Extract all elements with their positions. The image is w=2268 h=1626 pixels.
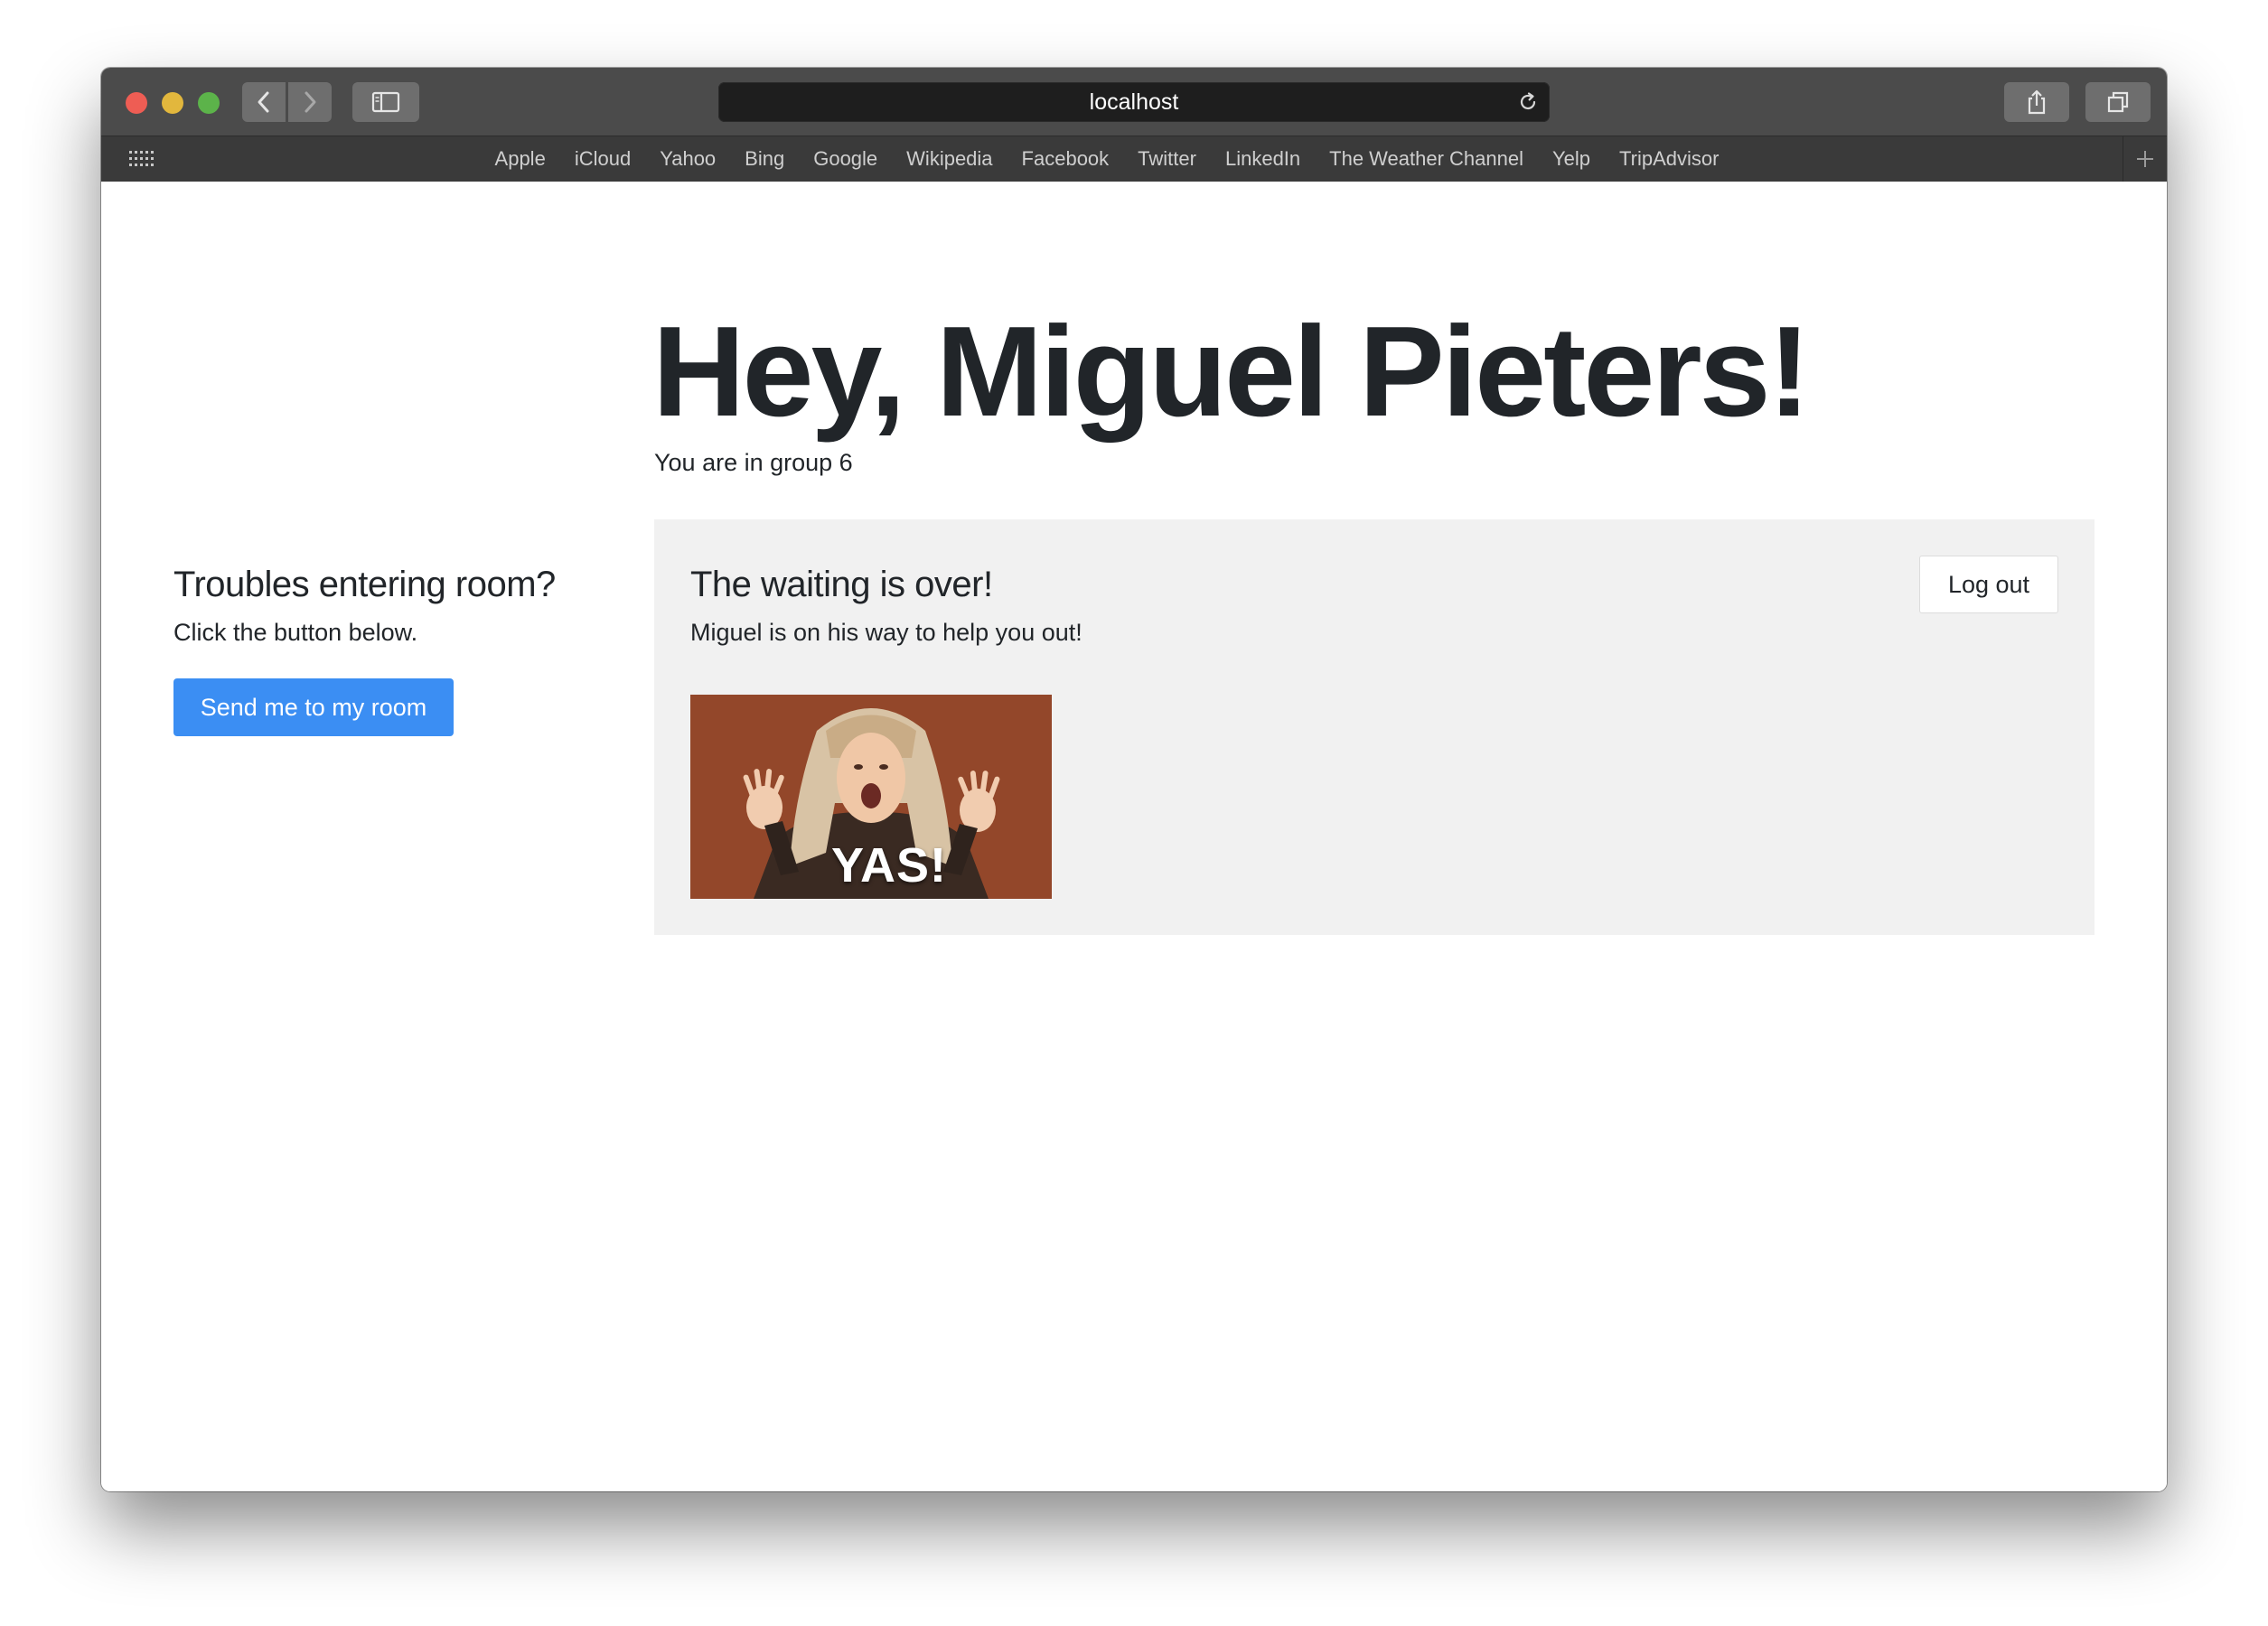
send-to-room-button[interactable]: Send me to my room	[173, 678, 454, 736]
address-bar[interactable]: localhost	[718, 82, 1550, 122]
browser-window: localhost Apple iCloud Yahoo Bing Google…	[101, 68, 2167, 1491]
close-window-button[interactable]	[126, 92, 147, 114]
share-button[interactable]	[2004, 82, 2069, 122]
page-title: Hey, Miguel Pieters!	[652, 300, 1811, 444]
favorites-list: Apple iCloud Yahoo Bing Google Wikipedia…	[101, 136, 2167, 182]
plus-icon	[2137, 151, 2153, 167]
favorites-bar: Apple iCloud Yahoo Bing Google Wikipedia…	[101, 136, 2167, 182]
favorite-twitter[interactable]: Twitter	[1138, 147, 1196, 171]
favorite-apple[interactable]: Apple	[495, 147, 546, 171]
help-description: Click the button below.	[173, 619, 418, 646]
share-icon	[2028, 89, 2046, 115]
page-content: Hey, Miguel Pieters! You are in group 6 …	[101, 182, 2167, 1491]
address-text: localhost	[1089, 89, 1179, 115]
sidebar-toggle-button[interactable]	[352, 82, 419, 122]
favorite-wikipedia[interactable]: Wikipedia	[906, 147, 992, 171]
favorite-linkedin[interactable]: LinkedIn	[1225, 147, 1300, 171]
zoom-window-button[interactable]	[198, 92, 220, 114]
forward-button[interactable]	[288, 82, 332, 122]
favorite-icloud[interactable]: iCloud	[575, 147, 631, 171]
gif-caption: YAS!	[830, 838, 948, 892]
favorite-tripadvisor[interactable]: TripAdvisor	[1619, 147, 1719, 171]
favorite-bing[interactable]: Bing	[745, 147, 784, 171]
status-title: The waiting is over!	[690, 565, 993, 604]
tabs-overview-icon	[2107, 91, 2129, 113]
favorite-yelp[interactable]: Yelp	[1552, 147, 1590, 171]
celebration-gif: YAS!	[690, 695, 1052, 899]
new-tab-button[interactable]	[2123, 136, 2167, 182]
help-title: Troubles entering room?	[173, 565, 556, 604]
minimize-window-button[interactable]	[162, 92, 183, 114]
status-description: Miguel is on his way to help you out!	[690, 619, 1082, 646]
tabs-overview-button[interactable]	[2085, 82, 2151, 122]
logout-button[interactable]: Log out	[1919, 556, 2058, 613]
sidebar-icon	[371, 91, 400, 113]
group-info: You are in group 6	[654, 449, 853, 476]
favorite-facebook[interactable]: Facebook	[1022, 147, 1110, 171]
favorite-yahoo[interactable]: Yahoo	[660, 147, 716, 171]
favorite-google[interactable]: Google	[813, 147, 877, 171]
back-button[interactable]	[242, 82, 286, 122]
favorite-weather-channel[interactable]: The Weather Channel	[1329, 147, 1523, 171]
chevron-right-icon	[305, 91, 316, 113]
status-panel: The waiting is over! Miguel is on his wa…	[654, 519, 2095, 935]
browser-toolbar: localhost	[101, 68, 2167, 136]
reload-icon[interactable]	[1517, 91, 1539, 113]
chevron-left-icon	[258, 91, 269, 113]
